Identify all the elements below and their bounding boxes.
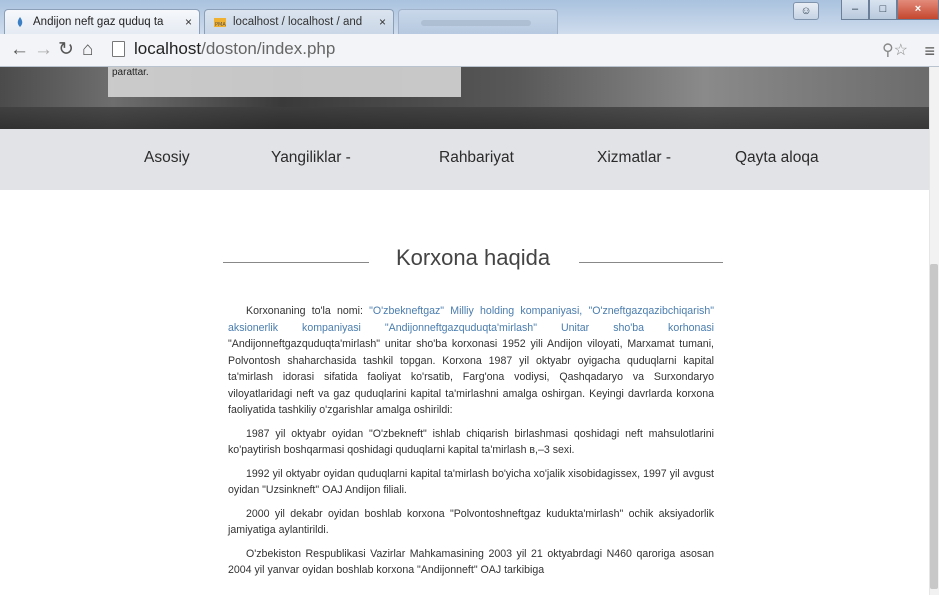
user-profile-icon[interactable]: ☺: [793, 2, 819, 20]
url-host: localhost: [134, 39, 202, 58]
nav-yangiliklar[interactable]: Yangiliklar -: [271, 149, 351, 167]
paragraph: O'zbekiston Respublikasi Vazirlar Mahkam…: [228, 547, 714, 577]
nav-qayta-aloqa[interactable]: Qayta aloqa: [735, 149, 819, 167]
address-bar[interactable]: localhost/doston/index.php ⚲☆: [104, 38, 912, 62]
minimize-button[interactable]: –: [841, 0, 869, 20]
tab-close-icon[interactable]: ×: [185, 10, 192, 34]
window-controls: – □ ×: [841, 0, 939, 20]
svg-text:PMA: PMA: [215, 22, 226, 28]
back-arrow-icon[interactable]: ←: [10, 39, 29, 61]
tab-strip: Andijon neft gaz quduq ta × PMA localhos…: [0, 0, 939, 35]
url-text: localhost/doston/index.php: [134, 39, 335, 59]
header-banner-image: parattar.: [0, 67, 939, 129]
forward-arrow-icon[interactable]: →: [34, 39, 53, 61]
section-title: Korxona haqida: [395, 245, 551, 270]
tab-andijon[interactable]: Andijon neft gaz quduq ta ×: [4, 9, 200, 35]
close-button[interactable]: ×: [897, 0, 939, 20]
browser-toolbar: ← → ↻ ⌂ localhost/doston/index.php ⚲☆ ≡: [0, 34, 939, 67]
banner-caption-box: parattar.: [108, 67, 461, 97]
tab-label: Andijon neft gaz quduq ta: [33, 16, 164, 28]
paragraph-text: "Andijonneftgazquduqta'mirlash" unitar s…: [228, 338, 714, 416]
page-icon: [112, 41, 125, 57]
nav-xizmatlar[interactable]: Xizmatlar -: [597, 149, 671, 167]
reload-icon[interactable]: ↻: [58, 39, 74, 61]
page-scrollbar[interactable]: [929, 67, 939, 595]
nav-asosiy[interactable]: Asosiy: [144, 149, 190, 167]
maximize-button[interactable]: □: [869, 0, 897, 20]
banner-caption: parattar.: [112, 67, 149, 78]
nav-rahbariyat[interactable]: Rahbariyat: [439, 149, 514, 167]
paragraph: 1987 yil oktyabr oyidan "O'zbekneft" ish…: [228, 427, 714, 457]
paragraph: 2000 yil dekabr oyidan boshlab korxona "…: [228, 507, 714, 537]
tab-localhost[interactable]: PMA localhost / localhost / and ×: [204, 9, 394, 35]
banner-shadow: [0, 107, 939, 129]
paragraph: 1992 yil oktyabr oyidan quduqlarni kapit…: [228, 467, 714, 497]
blurred-title: [421, 20, 531, 26]
menu-icon[interactable]: ≡: [924, 41, 935, 62]
paragraph-lead: Korxonaning to'la nomi:: [246, 305, 370, 317]
tab-close-icon[interactable]: ×: [379, 10, 386, 34]
phpmyadmin-icon: PMA: [214, 18, 226, 28]
page-favicon-icon: [17, 17, 23, 27]
scrollbar-thumb[interactable]: [930, 264, 938, 589]
home-icon[interactable]: ⌂: [82, 39, 93, 61]
paragraph: Korxonaning to'la nomi: "O'zbekneftgaz" …: [228, 303, 714, 419]
article-body: Korxonaning to'la nomi: "O'zbekneftgaz" …: [228, 303, 714, 586]
main-nav: Asosiy Yangiliklar - Rahbariyat Xizmatla…: [0, 129, 939, 190]
web-page: parattar. Asosiy Yangiliklar - Rahbariya…: [0, 67, 939, 595]
tab-label: localhost / localhost / and: [233, 16, 363, 28]
section-header: Korxona haqida: [223, 241, 723, 281]
browser-chrome: Andijon neft gaz quduq ta × PMA localhos…: [0, 0, 939, 67]
tab-blurred[interactable]: [398, 9, 558, 35]
zoom-icon[interactable]: ⚲☆: [882, 40, 908, 60]
url-path: /doston/index.php: [201, 39, 336, 58]
